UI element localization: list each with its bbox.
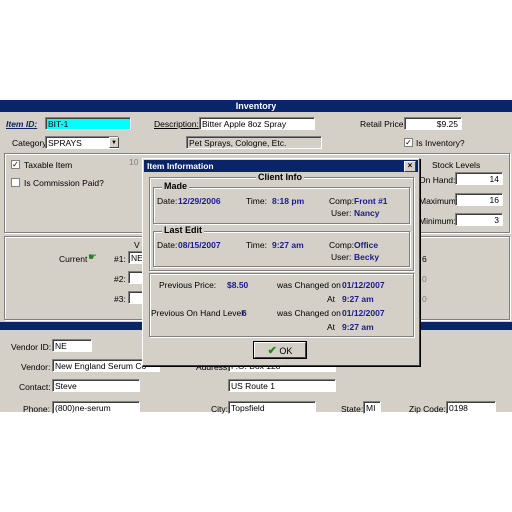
close-icon[interactable]: ×	[404, 161, 416, 172]
address2-field[interactable]: US Route 1	[228, 379, 336, 392]
maximum-field[interactable]: 16	[455, 193, 503, 206]
chevron-down-icon[interactable]: ▼	[109, 137, 119, 148]
on-hand-field[interactable]: 14	[455, 172, 503, 185]
window-title: Inventory	[0, 100, 512, 112]
on-hand-label: On Hand:	[419, 175, 456, 185]
prev-price-changed-value: 01/12/2007	[342, 280, 385, 290]
item-id-field[interactable]: BIT-1	[45, 117, 131, 130]
commission-label: Is Commission Paid?	[24, 178, 104, 188]
made-date-value: 12/29/2006	[178, 196, 221, 206]
category-description: Pet Sprays, Cologne, Etc.	[186, 136, 322, 149]
prev-price-at-label: At	[327, 294, 336, 304]
zip-label: Zip Code:	[409, 404, 446, 414]
commission-checkbox[interactable]	[11, 178, 20, 187]
phone-field[interactable]: (800)ne-serum	[52, 401, 140, 414]
prev-onhand-changed-value: 01/12/2007	[342, 308, 385, 318]
prev-price-at-value: 9:27 am	[342, 294, 374, 304]
made-user-label: User:	[331, 208, 352, 218]
retail-price-field[interactable]: $9.25	[404, 117, 462, 130]
made-date-label: Date:	[157, 196, 178, 206]
last-edit-date-value: 08/15/2007	[178, 240, 221, 250]
item-id-label: Item ID:	[6, 119, 38, 129]
row2-right-partial: 0	[422, 274, 427, 284]
vendor-id-label: Vendor ID:	[11, 342, 52, 352]
made-time-label: Time:	[246, 196, 267, 206]
made-comp-value: Front #1	[354, 196, 388, 206]
is-inventory-label: Is Inventory?	[416, 138, 465, 148]
vendor-label: Vendor:	[21, 362, 51, 372]
category-select[interactable]: SPRAYS	[45, 136, 119, 149]
checkmark-icon: ✔	[267, 345, 277, 357]
made-title: Made	[162, 181, 190, 191]
pointing-hand-icon: ☛	[88, 252, 97, 263]
stock-levels-title: Stock Levels	[432, 160, 481, 170]
ok-label: OK	[279, 346, 293, 356]
dialog-title: Item Information	[144, 160, 418, 172]
last-edit-date-label: Date:	[157, 240, 178, 250]
category-label: Category:	[12, 138, 49, 148]
maximum-label: Maximum:	[419, 196, 459, 206]
prev-price-value: $8.50	[227, 280, 249, 290]
minimum-field[interactable]: 3	[455, 213, 503, 226]
prev-onhand-at-label: At	[327, 322, 336, 332]
prev-onhand-at-value: 9:27 am	[342, 322, 374, 332]
prev-onhand-changed-label: was Changed on	[277, 308, 341, 318]
city-field[interactable]: Topsfield	[228, 401, 316, 414]
city-label: City:	[211, 404, 228, 414]
last-edit-user-value: Becky	[354, 252, 380, 262]
taxable-checkbox[interactable]: ✓	[11, 160, 20, 169]
zip-field[interactable]: 0198	[446, 401, 496, 414]
last-edit-comp-label: Comp:	[329, 240, 355, 250]
made-comp-label: Comp:	[329, 196, 355, 206]
last-edit-title: Last Edit	[162, 225, 205, 235]
taxable-partial: 10	[129, 157, 139, 167]
made-time-value: 8:18 pm	[272, 196, 305, 206]
row3-right-partial: 0	[422, 294, 427, 304]
prev-onhand-label: Previous On Hand Level:	[151, 308, 246, 318]
contact-field[interactable]: Steve	[52, 379, 140, 392]
last-edit-time-label: Time:	[246, 240, 267, 250]
row3-label: #3:	[114, 294, 126, 304]
current-label: Current	[59, 254, 88, 264]
row1-right-partial: 6	[422, 254, 427, 264]
prev-price-changed-label: was Changed on	[277, 280, 341, 290]
ok-button[interactable]: ✔ OK	[254, 342, 306, 358]
vendor-id-field[interactable]: NE	[52, 339, 92, 352]
minimum-label: Minimum:	[419, 216, 456, 226]
retail-price-label: Retail Price:	[360, 119, 406, 129]
state-field[interactable]: MI	[363, 401, 381, 414]
phone-label: Phone:	[23, 404, 50, 414]
vendor-col-partial: V	[134, 240, 140, 250]
client-info-title: Client Info	[256, 172, 304, 182]
made-user-value: Nancy	[354, 208, 380, 218]
description-label: Description:	[154, 119, 199, 129]
prev-price-label: Previous Price:	[159, 280, 217, 290]
row2-label: #2:	[114, 274, 126, 284]
state-label: State:	[341, 404, 364, 414]
last-edit-user-label: User:	[331, 252, 352, 262]
is-inventory-checkbox[interactable]: ✓	[404, 138, 413, 147]
taxable-label: Taxable Item	[24, 160, 73, 170]
last-edit-comp-value: Office	[354, 240, 379, 250]
contact-label: Contact:	[19, 382, 51, 392]
description-field[interactable]: Bitter Apple 8oz Spray	[199, 117, 315, 130]
last-edit-time-value: 9:27 am	[272, 240, 304, 250]
row1-label: #1:	[114, 254, 126, 264]
prev-onhand-value: 6	[242, 308, 247, 318]
